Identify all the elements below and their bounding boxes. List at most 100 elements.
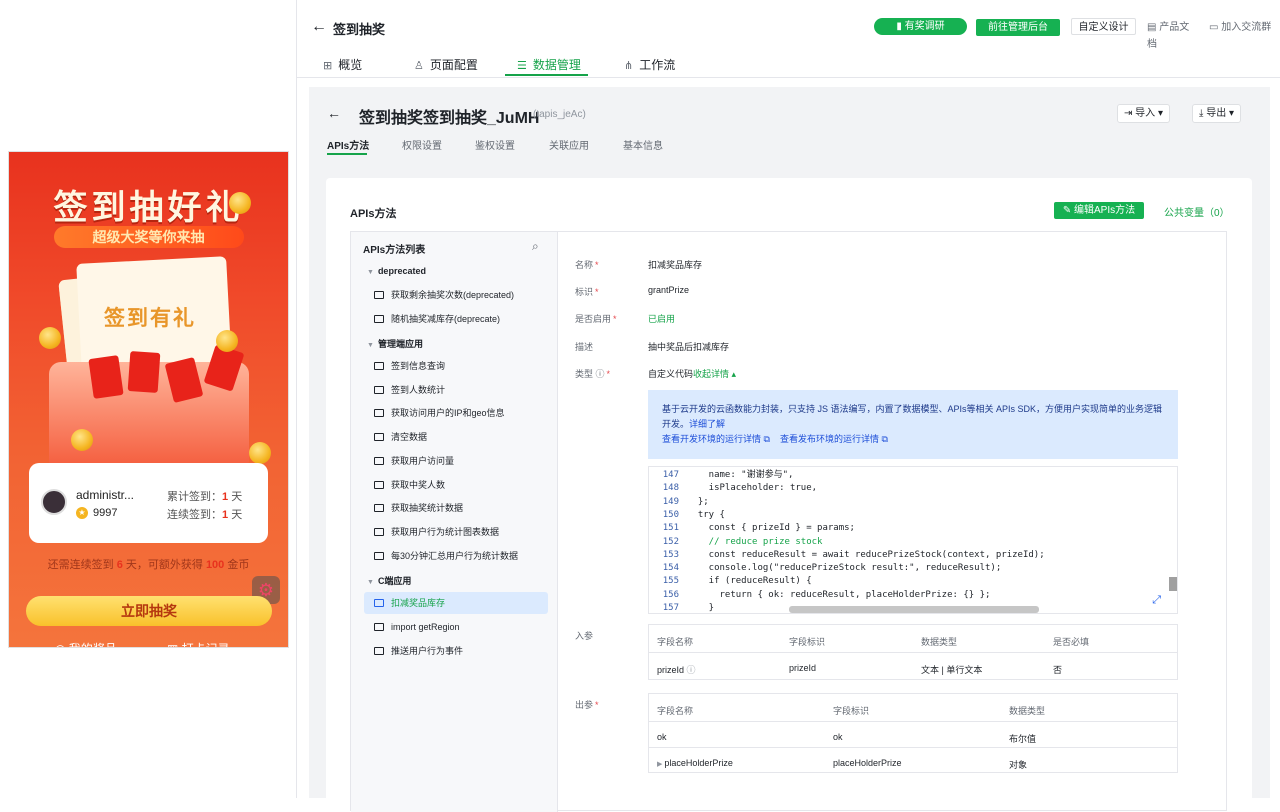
tab-permissions[interactable]: 权限设置 bbox=[402, 137, 442, 152]
group-deprecated[interactable]: ▼ deprecated bbox=[367, 266, 426, 276]
total-signin: 累计签到：1 天 bbox=[167, 491, 243, 503]
expand-icon[interactable]: ⤢ bbox=[1152, 593, 1161, 607]
tab-apis[interactable]: APIs方法 bbox=[327, 137, 369, 152]
function-icon bbox=[374, 291, 384, 299]
caret-down-icon: ▼ bbox=[367, 342, 374, 349]
group-admin[interactable]: ▼ 管理端应用 bbox=[367, 337, 423, 350]
learn-more-link[interactable]: 详细了解 bbox=[689, 419, 725, 429]
dataset-id: (tapis_jeAc) bbox=[533, 109, 586, 120]
horizontal-scrollbar[interactable] bbox=[789, 606, 1039, 613]
red-packet bbox=[127, 351, 161, 393]
group-client[interactable]: ▼ C端应用 bbox=[367, 574, 411, 587]
draw-button[interactable]: 立即抽奖 bbox=[26, 596, 272, 626]
table-header: 字段名称 字段标识 数据类型 是否必填 bbox=[649, 625, 1177, 653]
checkin-record-link[interactable]: ▦ 打卡记录 bbox=[167, 640, 230, 647]
code-line: 152 // reduce prize stock bbox=[649, 536, 1169, 549]
back-arrow-icon[interactable]: ← bbox=[327, 105, 341, 121]
main-tabs: ⊞ 概览 ♙ 页面配置 ☰ 数据管理 ⋔ 工作流 bbox=[297, 44, 1280, 78]
api-item[interactable]: 获取剩余抽奖次数(deprecated) bbox=[364, 284, 548, 306]
tab-overview[interactable]: ⊞ 概览 bbox=[323, 56, 362, 78]
collapse-details-link[interactable]: 收起详情 bbox=[693, 369, 729, 379]
tab-basic-info[interactable]: 基本信息 bbox=[623, 137, 663, 152]
import-button[interactable]: ⇥ 导入 ▾ bbox=[1117, 104, 1170, 123]
back-arrow-icon[interactable]: ← bbox=[311, 18, 327, 36]
my-prizes-link[interactable]: ◎ 我的奖品 bbox=[55, 640, 117, 647]
custom-design-button[interactable]: 自定义设计 bbox=[1071, 18, 1136, 35]
api-item[interactable]: 获取用户行为统计图表数据 bbox=[364, 521, 548, 543]
grid-icon: ⊞ bbox=[323, 60, 333, 72]
table-cell: ok bbox=[833, 732, 843, 742]
function-icon bbox=[374, 457, 384, 465]
api-item-selected[interactable]: 扣减奖品库存 bbox=[364, 592, 548, 614]
table-cell: 布尔值 bbox=[1009, 734, 1037, 744]
code-text: // reduce prize stock bbox=[687, 536, 823, 547]
api-item[interactable]: 获取中奖人数 bbox=[364, 474, 548, 496]
red-packet bbox=[88, 355, 124, 399]
table-cell: 文本 | 单行文本 bbox=[921, 665, 983, 675]
api-item[interactable]: 每30分钟汇总用户行为统计数据 bbox=[364, 545, 548, 567]
api-item[interactable]: 获取用户访问量 bbox=[364, 450, 548, 472]
prod-log-link[interactable]: 查看发布环境的运行详情 bbox=[780, 434, 879, 444]
column-header: 字段标识 bbox=[789, 637, 826, 647]
dev-log-link[interactable]: 查看开发环境的运行详情 bbox=[662, 434, 761, 444]
info-text: 基于云开发的云函数能力封装，只支持 JS 语法编写，内置了数据模型、APIs等相… bbox=[662, 404, 1163, 429]
vertical-scrollbar[interactable] bbox=[1169, 577, 1177, 591]
line-number: 148 bbox=[662, 483, 679, 494]
import-icon: ⇥ bbox=[1124, 108, 1136, 119]
ident-value: grantPrize bbox=[648, 285, 690, 295]
survey-badge[interactable]: ▮ 有奖调研 bbox=[874, 18, 967, 35]
tab-auth[interactable]: 鉴权设置 bbox=[475, 137, 515, 152]
apis-body: APIs方法列表 ⌕ ▼ deprecated 获取剩余抽奖次数(deprecat… bbox=[350, 231, 1227, 812]
workflow-icon: ⋔ bbox=[624, 60, 634, 72]
function-icon bbox=[374, 481, 384, 489]
code-text: console.log("reducePrizeStock result:", … bbox=[687, 563, 1002, 574]
api-item[interactable]: 随机抽奖减库存(deprecate) bbox=[364, 308, 548, 330]
user-icon: ♙ bbox=[414, 60, 424, 72]
type-label: 类型 ⓘ * bbox=[575, 369, 611, 379]
function-icon bbox=[374, 433, 384, 441]
code-line: 151 const { prizeId } = params; bbox=[649, 522, 1169, 535]
tab-related-apps[interactable]: 关联应用 bbox=[549, 137, 589, 152]
tab-workflow[interactable]: ⋔ 工作流 bbox=[624, 56, 675, 78]
function-icon bbox=[374, 386, 384, 394]
api-item[interactable]: 清空数据 bbox=[364, 426, 548, 448]
line-number: 147 bbox=[662, 470, 679, 480]
desc-value: 抽中奖品后扣减库存 bbox=[648, 342, 730, 352]
code-line: 148 isPlaceholder: true, bbox=[649, 482, 1169, 495]
code-line: 156 return { ok: reduceResult, placeHold… bbox=[649, 589, 1169, 602]
api-list-title: APIs方法列表 bbox=[363, 245, 426, 256]
caret-down-icon: ▼ bbox=[367, 269, 374, 276]
code-editor[interactable]: 147 name: "谢谢参与", 148 isPlaceholder: true… bbox=[648, 466, 1178, 614]
column-header: 字段名称 bbox=[657, 637, 694, 647]
api-item[interactable]: import getRegion bbox=[364, 616, 548, 638]
line-number: 155 bbox=[662, 576, 679, 587]
avatar bbox=[41, 489, 67, 515]
api-item[interactable]: 签到信息查询 bbox=[364, 355, 548, 377]
search-icon[interactable]: ⌕ bbox=[532, 239, 539, 254]
card-title: APIs方法 bbox=[350, 208, 397, 220]
info-icon: ⓘ bbox=[686, 665, 696, 675]
community-link[interactable]: ▭ 加入交流群 bbox=[1209, 19, 1275, 36]
api-item[interactable]: 获取抽奖统计数据 bbox=[364, 497, 548, 519]
function-icon bbox=[374, 504, 384, 512]
line-number: 151 bbox=[662, 523, 679, 534]
api-detail: 名称 * 扣减奖品库存 标识 * grantPrize 是否启用 * 已启用 描述 抽… bbox=[559, 232, 1227, 812]
chevron-down-icon: ▾ bbox=[1155, 108, 1163, 119]
external-link-icon: ⧉ bbox=[878, 434, 888, 444]
public-vars-link[interactable]: 公共变量（0） bbox=[1164, 204, 1230, 219]
code-line: 150 try { bbox=[649, 509, 1169, 522]
api-item[interactable]: 获取访问用户的IP和geo信息 bbox=[364, 402, 548, 424]
export-button[interactable]: ⤓ 导出 ▾ bbox=[1192, 104, 1242, 123]
api-item[interactable]: 签到人数统计 bbox=[364, 379, 548, 401]
console: ← 签到抽奖 ▮ 有奖调研 前往管理后台 自定义设计 ▤ 产品文档 ▭ 加入交流… bbox=[297, 0, 1280, 812]
docs-link[interactable]: ▤ 产品文档 bbox=[1147, 19, 1199, 50]
tab-page-config[interactable]: ♙ 页面配置 bbox=[414, 56, 478, 78]
edit-apis-button[interactable]: ✎ 编辑APIs方法 bbox=[1054, 202, 1144, 219]
table-row[interactable]: ▶ placeHolderPrize placeHolderPrize 对象 bbox=[649, 748, 1177, 774]
coin-icon: ★ bbox=[76, 507, 88, 519]
column-header: 数据类型 bbox=[1009, 706, 1046, 716]
function-icon bbox=[374, 599, 384, 607]
coin-icon bbox=[39, 327, 61, 349]
goto-admin-button[interactable]: 前往管理后台 bbox=[976, 19, 1060, 36]
api-item[interactable]: 推送用户行为事件 bbox=[364, 640, 548, 662]
